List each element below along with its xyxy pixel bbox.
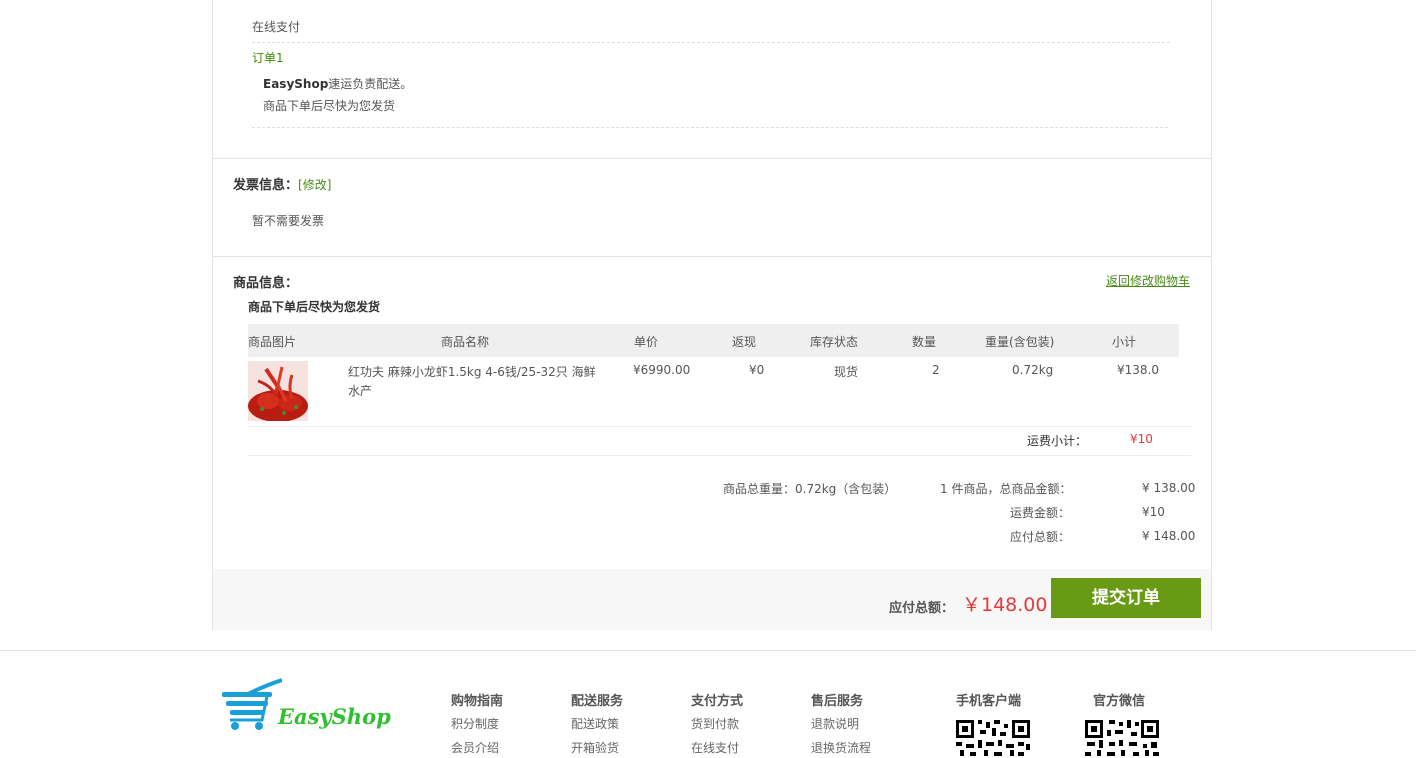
footer-link[interactable]: 配送政策 [571, 715, 619, 732]
goods-subtitle: 商品下单后尽快为您发货 [248, 300, 381, 314]
wechat-title: 官方微信 [1093, 694, 1146, 709]
bottom-payable-value: ￥148.00 [962, 594, 1048, 616]
column-header: 单价 [634, 335, 659, 349]
shipping-note: 商品下单后尽快为您发货 [263, 99, 396, 113]
row-divider [248, 455, 1191, 456]
product-subtotal: ¥138.0 [1117, 363, 1159, 377]
wechat-qr-code-icon [1083, 718, 1161, 758]
divider [252, 42, 1170, 43]
product-cashback: ¥0 [749, 363, 765, 377]
invoice-title: 发票信息： [233, 178, 299, 193]
cart-icon [222, 678, 282, 730]
shipping-brand: EasyShop [263, 77, 329, 91]
column-header: 商品图片 [248, 335, 297, 349]
shipping-info: EasyShop速运负责配送。 [263, 75, 412, 92]
payable-value: ¥ 148.00 [1142, 529, 1196, 543]
footer-column-title: 支付方式 [691, 694, 744, 709]
column-header: 商品名称 [441, 335, 490, 349]
column-header: 小计 [1112, 335, 1137, 349]
goods-table-header: 商品图片 商品名称 单价 返现 库存状态 数量 重量(含包装) 小计 [248, 324, 1179, 357]
invoice-value: 暂不需要发票 [252, 214, 325, 228]
shipping-text: 速运负责配送。 [328, 77, 413, 91]
shipping-amount-label: 运费金额： [1010, 506, 1071, 520]
mobile-qr-code-icon [954, 718, 1032, 758]
footer-divider [0, 650, 1416, 651]
footer-link[interactable]: 退款说明 [811, 715, 859, 732]
section-divider [213, 158, 1211, 159]
invoice-modify-link[interactable]: [修改] [298, 178, 331, 192]
items-total-value: ¥ 138.00 [1142, 481, 1196, 495]
invoice-section-title: 发票信息：[修改] [233, 174, 331, 193]
footer-column-title: 售后服务 [811, 694, 864, 709]
product-weight: 0.72kg [1012, 363, 1054, 377]
footer-link[interactable]: 会员介绍 [451, 739, 499, 756]
shipping-amount-value: ¥10 [1142, 505, 1165, 519]
total-weight: 商品总重量：0.72kg（含包装） [723, 482, 897, 496]
footer-link[interactable]: 积分制度 [451, 715, 499, 732]
shipping-subtotal-label: 运费小计： [1027, 434, 1088, 448]
footer-link[interactable]: 在线支付 [691, 739, 739, 756]
product-stock: 现货 [834, 365, 859, 379]
shipping-subtotal-value: ¥10 [1130, 432, 1153, 446]
footer-link[interactable]: 退换货流程 [811, 739, 871, 756]
submit-order-button[interactable]: 提交订单 [1051, 578, 1201, 618]
footer-logo[interactable]: EasyShop [222, 678, 412, 734]
footer-link[interactable]: 开箱验货 [571, 739, 619, 756]
items-total-label: 1 件商品，总商品金额： [940, 482, 1072, 496]
checkout-bar: 应付总额： ￥148.00 提交订单 [213, 569, 1211, 630]
column-header: 库存状态 [810, 335, 859, 349]
footer-column-title: 配送服务 [571, 694, 624, 709]
divider [252, 127, 1168, 128]
payment-method: 在线支付 [252, 20, 301, 34]
product-name[interactable]: 红功夫 麻辣小龙虾1.5kg 4-6钱/25-32只 海鲜水产 [348, 363, 603, 401]
product-quantity: 2 [932, 363, 940, 377]
goods-section-title: 商品信息： [233, 276, 299, 291]
bottom-payable-label: 应付总额： [889, 601, 955, 616]
footer-column-title: 购物指南 [451, 694, 504, 709]
product-image[interactable] [248, 361, 308, 421]
column-header: 重量(含包装) [985, 335, 1055, 349]
row-divider [248, 426, 1191, 427]
product-price: ¥6990.00 [633, 363, 691, 377]
column-header: 数量 [912, 335, 937, 349]
footer-link[interactable]: 货到付款 [691, 715, 739, 732]
logo-text: EasyShop [278, 704, 391, 729]
order-confirm-panel: 在线支付 订单1 EasyShop速运负责配送。 商品下单后尽快为您发货 发票信… [212, 0, 1212, 630]
section-divider [213, 256, 1211, 257]
back-to-cart-link[interactable]: 返回修改购物车 [1106, 272, 1190, 289]
payable-label: 应付总额： [1010, 530, 1071, 544]
mobile-client-title: 手机客户端 [956, 694, 1022, 709]
column-header: 返现 [732, 335, 757, 349]
order-label: 订单1 [252, 51, 284, 65]
